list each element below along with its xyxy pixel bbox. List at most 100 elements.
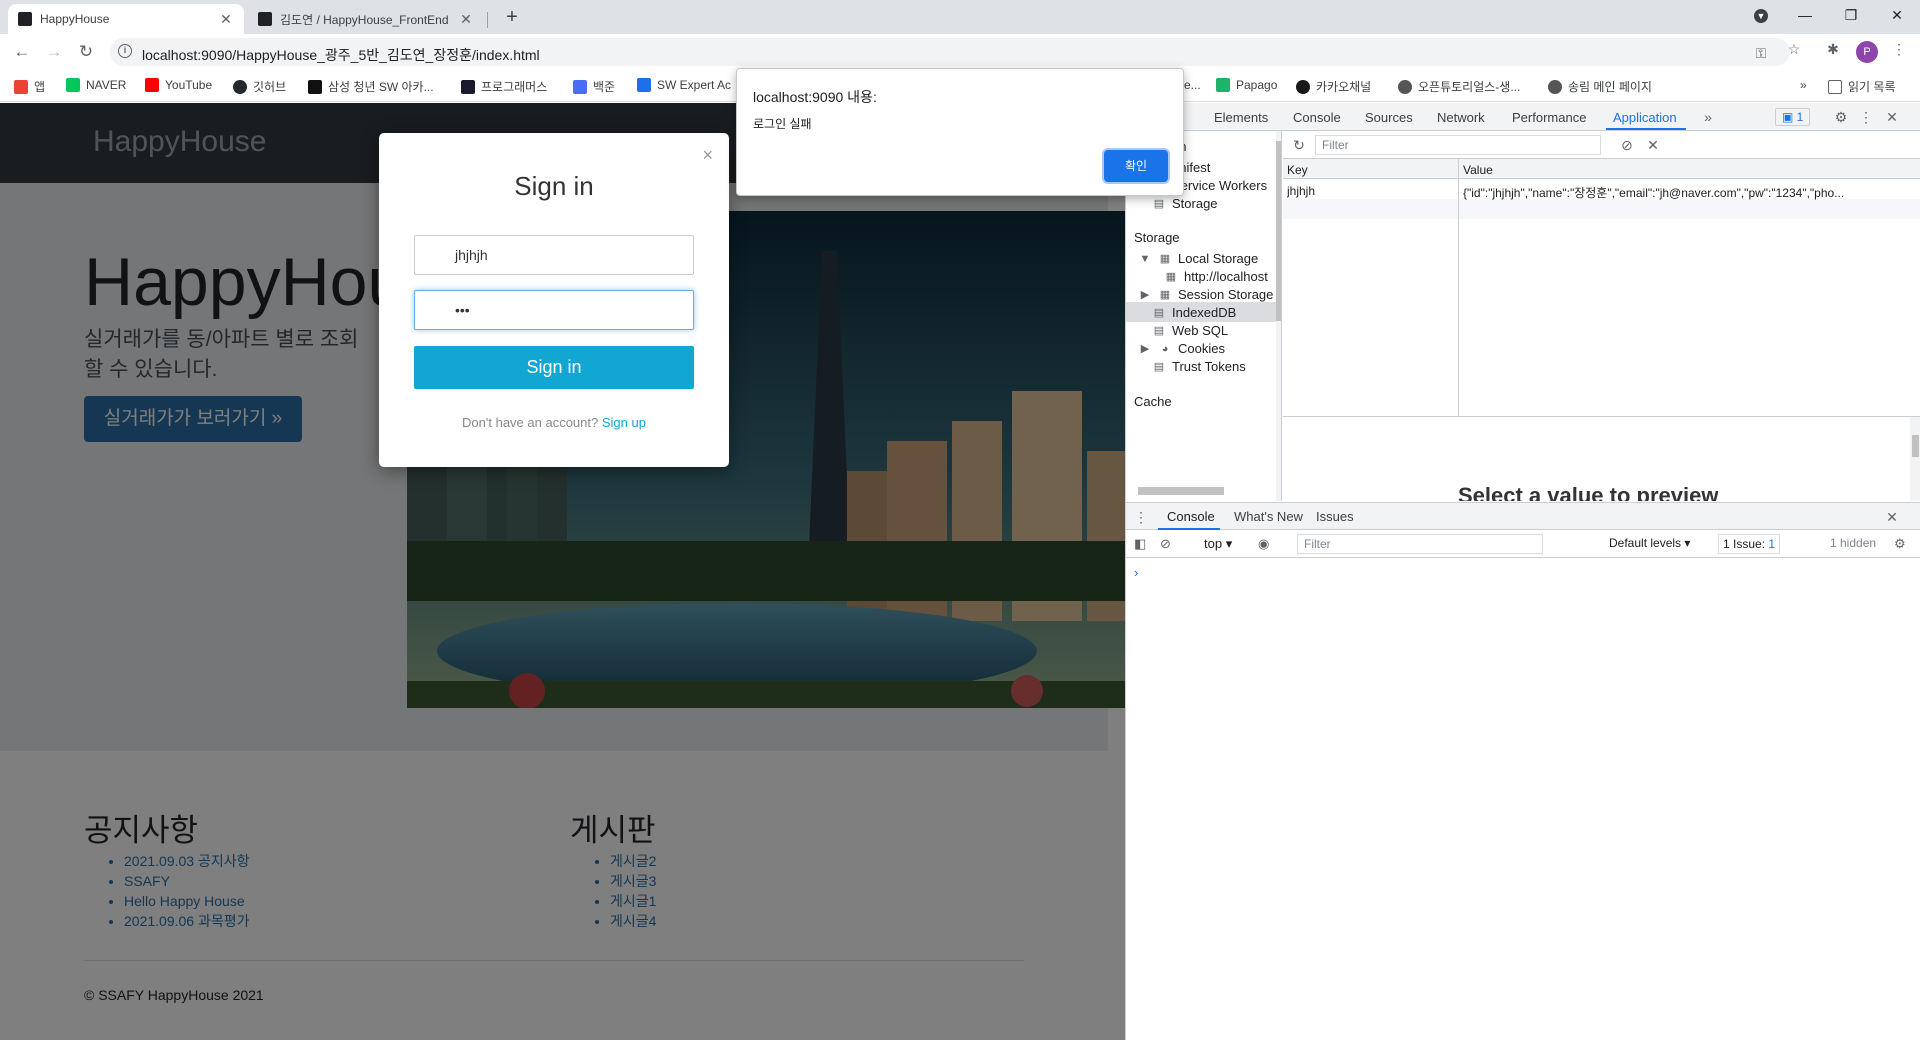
bookmark-papago[interactable]: Papago: [1216, 78, 1277, 92]
more-tabs-icon[interactable]: »: [1700, 108, 1716, 126]
column-key[interactable]: Key: [1287, 163, 1308, 177]
menu-kebab-icon[interactable]: ⋮: [1890, 40, 1908, 58]
bookmark-github[interactable]: 깃허브: [233, 78, 286, 95]
profile-avatar[interactable]: P: [1856, 41, 1878, 63]
bookmarks-overflow[interactable]: »: [1800, 78, 1807, 92]
site-info-icon[interactable]: i: [118, 44, 132, 58]
local-storage-table: Key Value jhjhjh {"id":"jhjhjh","name":"…: [1283, 159, 1920, 417]
restore-button[interactable]: ❐: [1828, 0, 1874, 30]
sidebar-label: Web SQL: [1172, 323, 1229, 338]
console-filter-input[interactable]: Filter: [1297, 534, 1543, 554]
close-tab-icon[interactable]: ✕: [218, 11, 234, 28]
drawer-menu-icon[interactable]: ⋮: [1134, 508, 1148, 526]
key-icon[interactable]: ⚿: [1752, 44, 1770, 62]
close-icon[interactable]: ✕: [1884, 108, 1900, 126]
bookmark-naver[interactable]: NAVER: [66, 78, 126, 92]
drawer-tab-issues[interactable]: Issues: [1316, 509, 1354, 524]
sidebar-toggle-icon[interactable]: ◧: [1134, 536, 1146, 552]
id-input[interactable]: jhjhjh: [414, 235, 694, 275]
vertical-scrollbar[interactable]: [1276, 131, 1281, 501]
sidebar-item-cookies[interactable]: ▶ ◕ Cookies: [1138, 341, 1225, 356]
tab-happyhouse[interactable]: HappyHouse ✕: [8, 4, 244, 34]
delete-selected-icon[interactable]: ✕: [1645, 136, 1661, 154]
drawer-tab-console[interactable]: Console: [1167, 509, 1215, 524]
tab-sources[interactable]: Sources: [1365, 110, 1413, 125]
tab-console[interactable]: Console: [1293, 110, 1341, 125]
sidebar-item-localhost[interactable]: ▦ http://localhost: [1164, 269, 1268, 284]
bookmark-baekjoon[interactable]: 백준: [573, 78, 615, 95]
bookmark-apps[interactable]: 앱: [14, 78, 45, 95]
bookmark-youtube[interactable]: YouTube: [145, 78, 212, 92]
url-text[interactable]: localhost:9090/HappyHouse_광주_5반_김도연_장정훈/…: [142, 45, 540, 65]
bookmark-star-icon[interactable]: ☆: [1785, 40, 1803, 58]
chevron-right-icon[interactable]: ▶: [1138, 343, 1152, 355]
sidebar-item-session-storage[interactable]: ▶ ▦ Session Storage: [1138, 287, 1274, 302]
row-value[interactable]: {"id":"jhjhjh","name":"장정훈","email":"jh@…: [1463, 184, 1913, 201]
sidebar-label: Service Workers: [1172, 178, 1268, 193]
row-key[interactable]: jhjhjh: [1287, 184, 1455, 198]
signup-link[interactable]: Sign up: [602, 415, 646, 430]
scroll-thumb[interactable]: [1912, 435, 1919, 457]
scroll-thumb[interactable]: [1276, 141, 1281, 321]
sidebar-item-local-storage[interactable]: ▼ ▦ Local Storage: [1138, 251, 1259, 266]
close-tab-icon[interactable]: ✕: [458, 11, 474, 28]
bookmark-programmers[interactable]: 프로그래머스: [461, 78, 547, 95]
bookmark-opentutorials[interactable]: 오픈튜토리얼스-생...: [1398, 78, 1520, 95]
column-value[interactable]: Value: [1463, 163, 1493, 177]
refresh-icon[interactable]: ↻: [1291, 136, 1307, 154]
address-bar[interactable]: i localhost:9090/HappyHouse_광주_5반_김도연_장정…: [110, 38, 1790, 66]
cookie-icon: ◕: [1161, 342, 1169, 355]
horizontal-scrollbar[interactable]: [1138, 487, 1224, 495]
drawer-tab-whats-new[interactable]: What's New: [1234, 509, 1303, 524]
console-prompt[interactable]: ›: [1134, 565, 1138, 580]
clear-console-icon[interactable]: ⊘: [1160, 536, 1171, 552]
sidebar-item-trust-tokens[interactable]: ▤ Trust Tokens: [1152, 359, 1246, 374]
sidebar-item-websql[interactable]: ▤ Web SQL: [1152, 323, 1228, 338]
log-levels-dropdown[interactable]: Default levels ▾: [1609, 536, 1690, 550]
context-selector[interactable]: top ▾: [1204, 536, 1232, 552]
extensions-icon[interactable]: ✱: [1824, 40, 1842, 58]
sidebar-item-storage-overview[interactable]: ▤ Storage: [1152, 196, 1218, 211]
chevron-more-icon: »: [1800, 78, 1807, 92]
bookmark-hidden[interactable]: e...: [1184, 78, 1201, 92]
back-button[interactable]: ←: [10, 40, 34, 64]
tab-application[interactable]: Application: [1613, 110, 1677, 125]
tab-performance[interactable]: Performance: [1512, 110, 1586, 125]
globe-icon: [1548, 79, 1562, 94]
issue-count: 1: [1768, 537, 1776, 551]
reload-button[interactable]: ↻: [74, 40, 98, 64]
ok-button[interactable]: 확인: [1104, 150, 1168, 182]
bookmark-kakao[interactable]: 카카오채널: [1296, 78, 1371, 95]
close-icon[interactable]: ×: [702, 145, 713, 166]
password-input[interactable]: •••: [414, 290, 694, 330]
eye-icon[interactable]: ◉: [1258, 536, 1269, 552]
chevron-down-icon[interactable]: ▼: [1138, 253, 1152, 265]
sidebar-item-indexeddb[interactable]: ▤ IndexedDB: [1152, 305, 1237, 320]
issues-button[interactable]: 1 Issue: 1: [1718, 534, 1781, 554]
bookmark-swexpert[interactable]: SW Expert Ac: [637, 78, 731, 92]
bookmark-label: 앱: [34, 80, 46, 94]
reading-list[interactable]: 읽기 목록: [1828, 78, 1896, 95]
console-settings-icon[interactable]: ⚙: [1894, 536, 1906, 552]
gear-icon[interactable]: ⚙: [1832, 108, 1850, 126]
bookmark-songrim[interactable]: 송림 메인 페이지: [1548, 78, 1652, 95]
tab-network[interactable]: Network: [1437, 110, 1485, 125]
signin-button[interactable]: Sign in: [414, 346, 694, 389]
minimize-button[interactable]: —: [1782, 0, 1828, 30]
database-icon: ▤: [1153, 306, 1165, 319]
tab-github[interactable]: 김도연 / HappyHouse_FrontEnd ✕: [248, 4, 484, 34]
bookmark-ssafy[interactable]: 삼성 청년 SW 아카...: [308, 78, 434, 95]
tab-search-icon[interactable]: ▼: [1738, 0, 1784, 30]
close-window-button[interactable]: ✕: [1874, 0, 1920, 30]
close-icon[interactable]: ✕: [1884, 508, 1900, 526]
clear-all-icon[interactable]: ⊘: [1619, 136, 1635, 154]
chevron-right-icon[interactable]: ▶: [1138, 289, 1152, 301]
kakao-channel-icon: [1296, 79, 1310, 94]
kebab-menu-icon[interactable]: ⋮: [1859, 108, 1873, 126]
forward-button[interactable]: →: [42, 40, 66, 64]
storage-filter-input[interactable]: Filter: [1315, 135, 1601, 155]
preview-scrollbar[interactable]: [1910, 417, 1920, 501]
issues-badge[interactable]: ▣ 1: [1775, 108, 1811, 126]
tab-elements[interactable]: Elements: [1214, 110, 1268, 125]
new-tab-button[interactable]: +: [500, 6, 524, 30]
